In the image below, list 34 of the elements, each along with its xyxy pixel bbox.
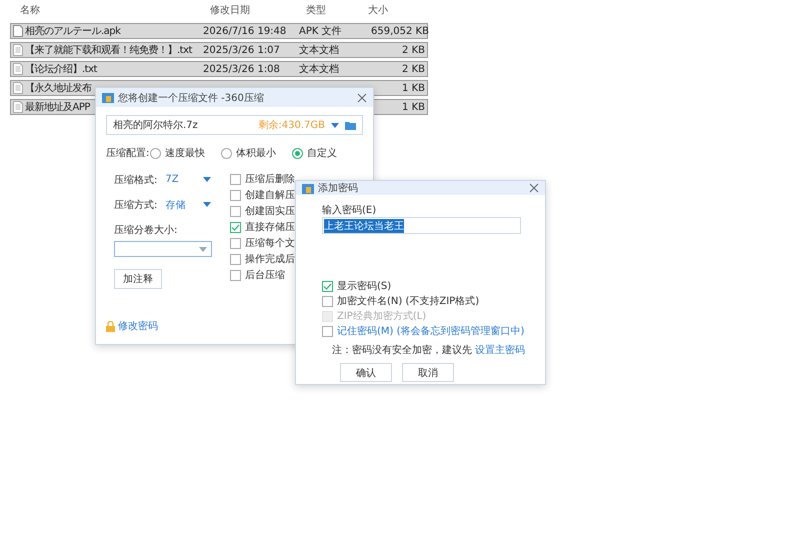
- file-type: 文本文档: [298, 44, 340, 57]
- file-date: 2025/3/26 1:07: [202, 44, 281, 56]
- file-name: 【论坛介绍】.txt: [25, 62, 97, 76]
- option-label: 加密文件名(N) (不支持ZIP格式): [337, 294, 480, 308]
- option-label: 显示密码(S): [337, 280, 392, 293]
- file-size: 2 KB: [401, 44, 426, 56]
- method-label: 压缩方式:: [114, 198, 158, 212]
- option-label: 操作完成后: [245, 252, 295, 266]
- file-date: 2025/3/26 1:08: [202, 64, 281, 74]
- profile-label: 压缩配置:: [106, 146, 150, 160]
- file-type: APK 文件: [298, 24, 343, 38]
- option-label: 创建自解压: [245, 188, 295, 202]
- window-title: 您将创建一个压缩文件 -360压缩: [118, 92, 265, 104]
- file-size: 1 KB: [401, 82, 426, 94]
- password-label: 输入密码(E): [322, 204, 378, 217]
- file-name: 【来了就能下载和观看！纯免费！】.txt: [25, 44, 192, 57]
- file-name: 【永久地址发布: [25, 82, 92, 95]
- file-name: 相亮のアルテール.apk: [25, 24, 120, 38]
- file-size: 2 KB: [401, 64, 426, 74]
- window-title: 添加密码: [318, 182, 359, 195]
- option-label: ZIP经典加密方式(L): [337, 310, 426, 323]
- option-label: 创建固实压: [245, 204, 295, 218]
- option-label: 直接存储压: [245, 220, 295, 234]
- file-type: 文本文档: [298, 62, 340, 76]
- option-label: 压缩后删除: [245, 172, 295, 186]
- file-size: 659,052 KB: [370, 26, 430, 36]
- note-text: 注：密码没有安全加密，建议先 设置主密码: [332, 344, 526, 357]
- file-date: 2026/7/16 19:48: [202, 26, 288, 36]
- format-label: 压缩格式:: [114, 174, 158, 186]
- file-size: 1 KB: [401, 102, 426, 112]
- option-label: 压缩每个文: [245, 236, 295, 250]
- split-label: 压缩分卷大小:: [114, 224, 178, 237]
- option-label: 后台压缩: [245, 268, 285, 282]
- file-name: 最新地址及APP: [25, 100, 90, 114]
